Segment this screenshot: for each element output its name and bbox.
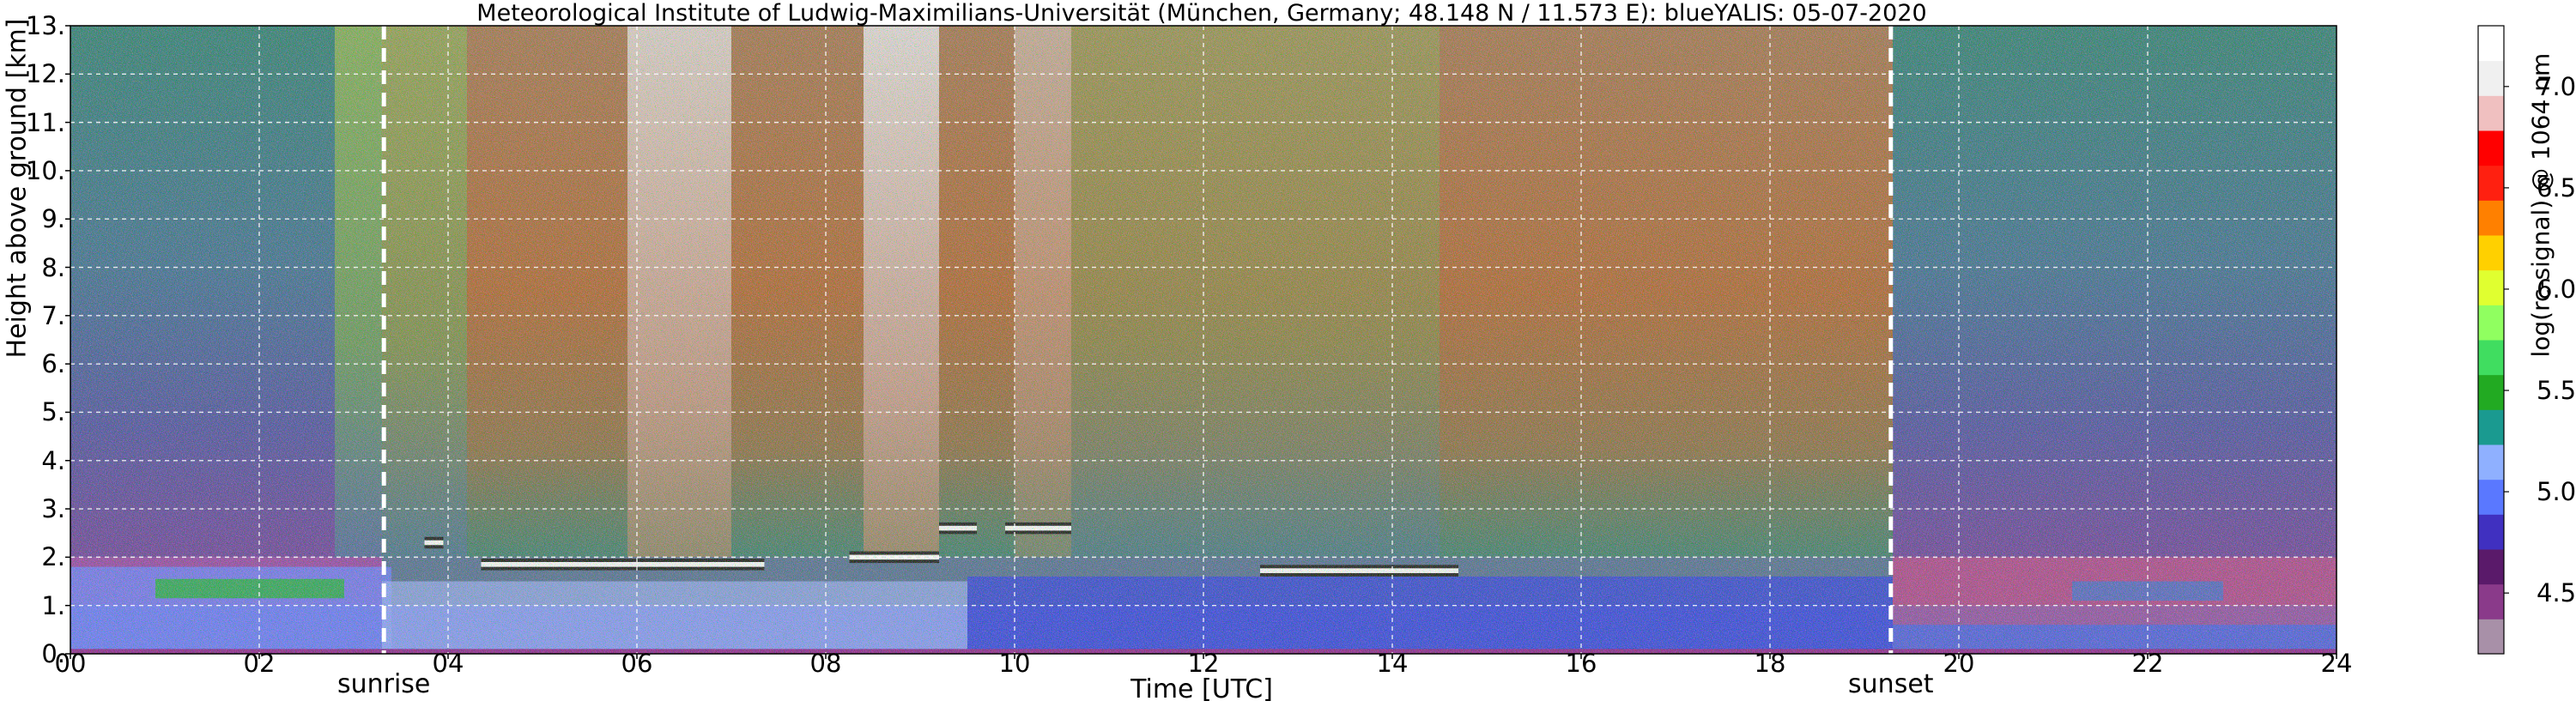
y-tick-label: 10. xyxy=(25,155,65,185)
y-tick-label: 2. xyxy=(41,542,65,572)
y-tick-label: 11. xyxy=(25,107,65,137)
colorbar-tick-label: 5.0 xyxy=(2537,477,2576,507)
colorbar-tick-label: 7.0 xyxy=(2537,71,2576,101)
x-axis-label: Time [UTC] xyxy=(1130,674,1273,704)
colorbar-segment xyxy=(2478,269,2504,305)
x-tick-label: 20 xyxy=(1943,649,1975,678)
colorbar-segment xyxy=(2478,444,2504,480)
colorbar-segment xyxy=(2478,583,2504,619)
y-tick-label: 9. xyxy=(41,204,65,234)
y-tick-label: 5. xyxy=(41,397,65,427)
y-tick-label: 4. xyxy=(41,445,65,475)
colorbar-segment xyxy=(2478,479,2504,515)
y-tick-label: 1. xyxy=(41,590,65,620)
x-tick-label: 10 xyxy=(998,649,1031,678)
y-tick-label: 13. xyxy=(25,11,65,40)
x-tick-label: 18 xyxy=(1754,649,1786,678)
colorbar-segment xyxy=(2478,374,2504,410)
colorbar-segment xyxy=(2478,60,2504,96)
colorbar-segment xyxy=(2478,95,2504,131)
colorbar-segment xyxy=(2478,130,2504,166)
colorbar-segment xyxy=(2478,26,2504,62)
colorbar-segment xyxy=(2478,165,2504,201)
colorbar-segment xyxy=(2478,619,2504,655)
x-tick-label: 02 xyxy=(243,649,276,678)
x-tick-label: 08 xyxy=(809,649,842,678)
colorbar-segment xyxy=(2478,200,2504,236)
colorbar-segment xyxy=(2478,549,2504,585)
colorbar-tick-label: 6.0 xyxy=(2537,274,2576,304)
colorbar-segment xyxy=(2478,305,2504,341)
x-tick-label: 24 xyxy=(2320,649,2353,678)
x-tick-label: 16 xyxy=(1565,649,1597,678)
colorbar-segment xyxy=(2478,340,2504,376)
x-tick-label: 22 xyxy=(2131,649,2164,678)
x-tick-label: 00 xyxy=(54,649,87,678)
x-tick-label: 06 xyxy=(621,649,653,678)
colorbar-tick-label: 6.5 xyxy=(2537,172,2576,202)
colorbar xyxy=(2477,25,2509,655)
y-tick-label: 6. xyxy=(41,349,65,379)
colorbar-tick-label: 5.5 xyxy=(2537,376,2576,406)
y-tick-label: 12. xyxy=(25,59,65,89)
y-tick-label: 8. xyxy=(41,252,65,282)
x-tick-label: 14 xyxy=(1376,649,1409,678)
colorbar-tick-label: 4.5 xyxy=(2537,578,2576,608)
x-tick-label: 12 xyxy=(1187,649,1220,678)
chart-canvas xyxy=(65,25,2509,659)
colorbar-segment xyxy=(2478,409,2504,445)
colorbar-segment xyxy=(2478,235,2504,271)
lidar-figure: Meteorological Institute of Ludwig-Maxim… xyxy=(0,0,2576,707)
colorbar-segment xyxy=(2478,514,2504,550)
y-tick-label: 7. xyxy=(41,300,65,330)
x-tick-label: 04 xyxy=(432,649,464,678)
colorbar-label: log(rc-signal) @ 1064 nm xyxy=(2526,52,2555,358)
y-tick-label: 3. xyxy=(41,494,65,524)
